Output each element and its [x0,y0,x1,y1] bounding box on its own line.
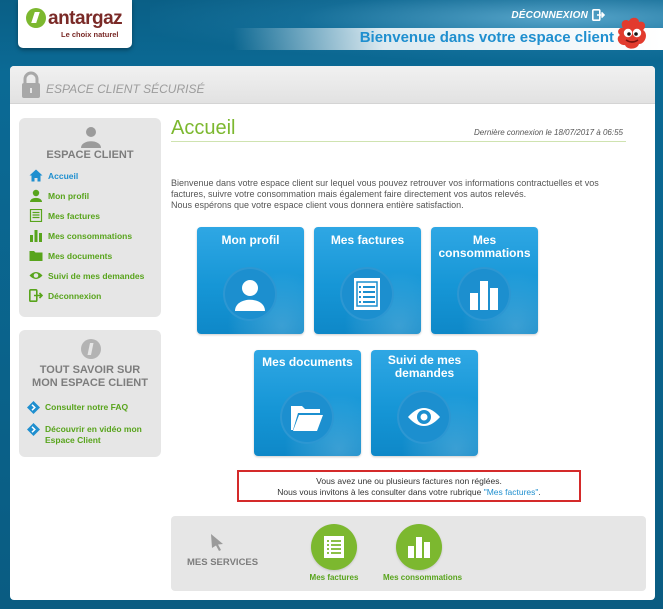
client-menu-box: ESPACE CLIENT Accueil Mon profil Mes fac… [19,118,161,317]
cursor-icon [211,534,223,551]
main-panel: ESPACE CLIENT SÉCURISÉ ESPACE CLIENT Acc… [10,66,655,600]
intro-line2: Nous espérons que votre espace client vo… [171,200,464,210]
logout-icon [592,9,605,21]
tile-icon-circle [397,390,451,444]
tile-mon-profil[interactable]: Mon profil [197,227,304,334]
sidebar-item-mes-consommations[interactable]: Mes consommations [29,229,132,242]
tile-icon-circle [340,267,394,321]
home-icon [29,169,43,182]
bar-chart-icon [470,281,498,310]
header-logout-label: DÉCONNEXION [511,9,588,21]
help-heading-line1: TOUT SAVOIR SUR [39,364,141,376]
service-label: Mes factures [309,573,359,582]
sidebar-item-label: Mes consommations [48,230,133,241]
tile-icon-circle [280,390,334,444]
sidebar-item-label: Déconnexion [48,290,102,301]
alert-line2-text: Nous vous invitons à les consulter dans … [277,487,484,497]
tile-icon-circle [223,267,277,321]
alert-line2: Nous vous invitons à les consulter dans … [239,487,579,498]
intro-line1: Bienvenue dans votre espace client sur l… [171,178,599,199]
services-bar: MES SERVICES Mes factures Mes consommati… [171,516,646,591]
alert-line1: Vous avez une ou plusieurs factures non … [316,476,502,486]
service-mes-consommations[interactable]: Mes consommations [383,524,463,582]
sidebar-item-mon-profil[interactable]: Mon profil [29,189,89,202]
eye-icon [408,408,440,426]
title-divider [171,141,626,142]
user-icon [235,280,265,311]
tile-label: Mes documents [262,355,353,369]
tile-mes-consommations[interactable]: Mes consommations [431,227,538,334]
secure-bar: ESPACE CLIENT SÉCURISÉ [10,66,655,104]
tile-label: Suivi de mes demandes [387,353,462,380]
help-box: TOUT SAVOIR SUR MON ESPACE CLIENT Consul… [19,330,161,457]
unpaid-invoices-alert: Vous avez une ou plusieurs factures non … [237,470,581,502]
tile-mes-factures[interactable]: Mes factures [314,227,421,334]
sidebar-item-label: Mes documents [48,250,113,261]
faq-link[interactable]: Consulter notre FAQ [27,401,157,414]
client-menu-heading: ESPACE CLIENT [46,149,134,161]
diamond-arrow-icon [27,401,40,414]
welcome-message: Bienvenue dans votre espace client [359,29,614,46]
user-icon [30,189,42,202]
tile-label: Mon profil [221,233,280,247]
service-icon-circle [396,524,442,570]
sidebar-item-deconnexion[interactable]: Déconnexion [29,289,101,302]
header-logout-link[interactable]: DÉCONNEXION [511,9,605,21]
eye-icon [29,272,43,279]
intro-text: Bienvenue dans votre espace client sur l… [171,178,626,211]
tile-mes-documents[interactable]: Mes documents [254,350,361,456]
tile-suivi-demandes[interactable]: Suivi de mes demandes [371,350,478,456]
last-login: Dernière connexion le 18/07/2017 à 06:55 [474,128,623,137]
service-label: Mes consommations [383,573,463,582]
sidebar-item-label: Mes factures [48,210,100,221]
secure-area-label: ESPACE CLIENT SÉCURISÉ [46,82,205,96]
sidebar-item-mes-factures[interactable]: Mes factures [29,209,100,222]
video-link[interactable]: Découvrir en vidéo mon Espace Client [27,423,157,446]
alert-line2-end: . [538,487,541,497]
service-mes-factures[interactable]: Mes factures [307,524,361,582]
bar-chart-icon [408,537,430,558]
header: antargaz Le choix naturel DÉCONNEXION Bi… [0,0,663,60]
service-icon-circle [311,524,357,570]
help-heading-line2: MON ESPACE CLIENT [32,377,148,389]
diamond-arrow-icon [27,423,40,436]
folder-icon [291,406,323,431]
sidebar-item-mes-documents[interactable]: Mes documents [29,249,112,262]
logout-icon [29,289,43,302]
tile-label: Mes factures [330,233,405,247]
sidebar-item-label: Accueil [48,170,79,181]
footer-strip [0,602,663,609]
logo-tagline: Le choix naturel [61,30,119,39]
lock-icon [22,71,40,98]
logo-mark-icon [81,339,101,359]
tile-icon-circle [457,267,511,321]
tile-label: Mes consommations [438,233,531,260]
services-label: MES SERVICES [187,557,259,568]
folder-icon [29,251,43,261]
logo[interactable]: antargaz Le choix naturel [18,0,132,48]
bar-chart-icon [30,230,42,242]
sidebar-item-accueil[interactable]: Accueil [29,169,78,182]
sidebar-item-label: Mon profil [48,190,90,201]
page-title: Accueil [171,117,236,139]
logo-mark-icon [26,8,46,28]
invoice-icon [29,209,43,222]
faq-link-label: Consulter notre FAQ [45,402,129,412]
mascot-icon [617,17,646,49]
invoice-icon [354,278,380,310]
video-link-label: Découvrir en vidéo mon Espace Client [45,424,142,445]
avatar-icon [81,127,101,148]
alert-invoices-link[interactable]: "Mes factures" [484,487,539,497]
sidebar-item-label: Suivi de mes demandes [48,270,145,281]
invoice-icon [324,536,344,558]
logo-text: antargaz [48,8,123,29]
sidebar-item-suivi-demandes[interactable]: Suivi de mes demandes [29,269,144,282]
